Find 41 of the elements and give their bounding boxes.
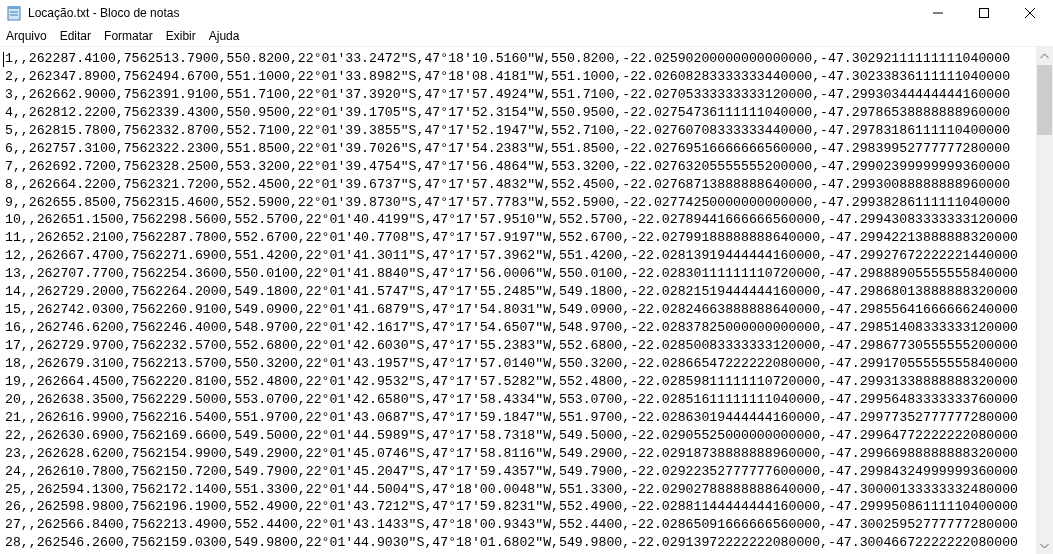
chevron-down-icon xyxy=(1040,542,1049,549)
menu-item[interactable]: Ajuda xyxy=(204,29,245,43)
text-line: 27,,262566.8400,7562213.4900,552.4400,22°01'43.1433"S,47°18'00.9343"W,552.4400,-22.02865091666666560000,-47.30025952777777280000 xyxy=(5,516,1018,535)
text-line: 11,,262652.2100,7562287.7800,552.6700,22°01'40.7708"S,47°17'57.9197"W,552.6700,-22.02799188888888640000,-47.29942213888888320000 xyxy=(5,229,1018,248)
text-line: 1,,262287.4100,7562513.7900,550.8200,22°01'33.2472"S,47°18'10.5160"W,550.8200,-22.02590200000000000000,-47.30292111111111040000 xyxy=(5,50,1011,68)
text-line: 20,,262638.3500,7562229.5000,553.0700,22°01'42.6580"S,47°17'58.4334"W,553.0700,-22.02851611111111040000,-47.29956483333333760000 xyxy=(5,390,1018,409)
text-line: 10,,262651.1500,7562298.5600,552.5700,22°01'40.4199"S,47°17'57.9510"W,552.5700,-22.02789441666666560000,-47.29943083333333120000 xyxy=(5,211,1018,230)
text-line: 28,,262546.2600,7562159.0300,549.9800,22°01'44.9030"S,47°18'01.6802"W,549.9800,-22.02913972222222080000,-47.30046672222222080000 xyxy=(5,534,1018,553)
text-line: 3,,262662.9000,7562391.9100,551.7100,22°01'37.3920"S,47°17'57.4924"W,551.7100,-22.02705333333333120000,-47.29930344444444160000 xyxy=(5,85,1011,104)
window-title: Locação.txt - Bloco de notas xyxy=(28,6,181,20)
text-line: 4,,262812.2200,7562339.4300,550.9500,22°01'39.1705"S,47°17'52.3154"W,550.9500,-22.02754736111111040000,-47.29786538888888960000 xyxy=(5,103,1011,122)
text-line: 16,,262746.6200,7562246.4000,548.9700,22°01'42.1617"S,47°17'54.6507"W,548.9700,-22.02837825000000000000,-47.29851408333333120000 xyxy=(5,319,1018,337)
chevron-up-icon xyxy=(1040,52,1049,59)
scrollbar-thumb[interactable] xyxy=(1037,65,1052,135)
menu-item[interactable]: Arquivo xyxy=(2,29,52,43)
menu-item[interactable]: Formatar xyxy=(100,29,158,43)
text-line: 15,,262742.0300,7562260.9100,549.0900,22°01'41.6879"S,47°17'54.8031"W,549.0900,-22.02824663888888640000,-47.29855641666666240000 xyxy=(5,301,1018,320)
text-line: 13,,262707.7700,7562254.3600,550.0100,22°01'41.8840"S,47°17'56.0006"W,550.0100,-22.02830111111110720000,-47.29888905555555840000 xyxy=(5,265,1018,284)
text-line: 26,,262598.9800,7562196.1900,552.4900,22°01'43.7212"S,47°17'59.8231"W,552.4900,-22.02881144444444160000,-47.29995086111110400000 xyxy=(5,498,1018,517)
text-line: 24,,262610.7800,7562150.7200,549.7900,22°01'45.2047"S,47°17'59.4357"W,549.7900,-22.02922352777777600000,-47.29984324999999360000 xyxy=(5,462,1018,481)
text-line: 14,,262729.2000,7562264.2000,549.1800,22°01'41.5747"S,47°17'55.2485"W,549.1800,-22.02821519444444160000,-47.29868013888888320000 xyxy=(5,283,1018,302)
text-line: 5,,262815.7800,7562332.8700,552.7100,22°01'39.3855"S,47°17'52.1947"W,552.7100,-22.02760708333333440000,-47.29783186111110400000 xyxy=(5,121,1011,140)
close-icon xyxy=(1025,8,1035,18)
text-line: 6,,262757.3100,7562322.2300,551.8500,22°01'39.7026"S,47°17'54.2383"W,551.8500,-22.02769516666666560000,-47.29839952777777280000 xyxy=(5,139,1011,158)
text-line: 22,,262630.6900,7562169.6600,549.5000,22°01'44.5989"S,47°17'58.7318"W,549.5000,-22.02905525000000000000,-47.29964772222222080000 xyxy=(5,426,1018,445)
text-line: 25,,262594.1300,7562172.1400,551.3300,22°01'44.5004"S,47°18'00.0048"W,551.3300,-22.02902788888888640000,-47.30000133333332480000 xyxy=(5,480,1018,499)
text-line: 12,,262667.4700,7562271.6900,551.4200,22°01'41.3011"S,47°17'57.3962"W,551.4200,-22.02813919444444160000,-47.29927672222221440000 xyxy=(5,247,1018,266)
menu-item[interactable]: Exibir xyxy=(161,29,201,43)
text-cursor xyxy=(3,52,4,67)
menu-item[interactable]: Editar xyxy=(55,29,97,43)
text-line: 18,,262679.3100,7562213.5700,550.3200,22°01'43.1957"S,47°17'57.0140"W,550.3200,-22.02866547222222080000,-47.29917055555555840000 xyxy=(5,354,1018,373)
text-line: 8,,262664.2200,7562321.7200,552.4500,22°01'39.6737"S,47°17'57.4832"W,552.4500,-22.02768713888888640000,-47.29930088888888960000 xyxy=(5,175,1011,194)
text-line: 17,,262729.9700,7562232.5700,552.6800,22°01'42.6030"S,47°17'55.2383"W,552.6800,-22.02850083333333120000,-47.29867730555555200000 xyxy=(5,337,1018,355)
text-line: 7,,262692.7200,7562328.2500,553.3200,22°01'39.4754"S,47°17'56.4864"W,553.3200,-22.02763205555555200000,-47.29902399999999360000 xyxy=(5,157,1011,176)
text-line: 23,,262628.6200,7562154.9900,549.2900,22°01'45.0746"S,47°17'58.8116"W,549.2900,-22.02918738888888960000,-47.29966988888888320000 xyxy=(5,444,1018,463)
text-line: 21,,262616.9900,7562216.5400,551.9700,22°01'43.0687"S,47°17'59.1847"W,551.9700,-22.02863019444444160000,-47.29977352777777280000 xyxy=(5,408,1018,427)
text-line: 9,,262655.8500,7562315.4600,552.5900,22°01'39.8730"S,47°17'57.7783"W,552.5900,-22.02774250000000000000,-47.29938286111111040000 xyxy=(5,193,1011,212)
maximize-icon xyxy=(979,8,989,18)
text-line: 2,,262347.8900,7562494.6700,551.1000,22°01'33.8982"S,47°18'08.4181"W,551.1000,-22.02608283333333440000,-47.30233836111111040000 xyxy=(5,67,1011,86)
text-line: 19,,262664.4500,7562220.8100,552.4800,22°01'42.9532"S,47°17'57.5282"W,552.4800,-22.02859811111110720000,-47.29931338888888320000 xyxy=(5,372,1018,391)
notepad-icon xyxy=(6,5,22,21)
